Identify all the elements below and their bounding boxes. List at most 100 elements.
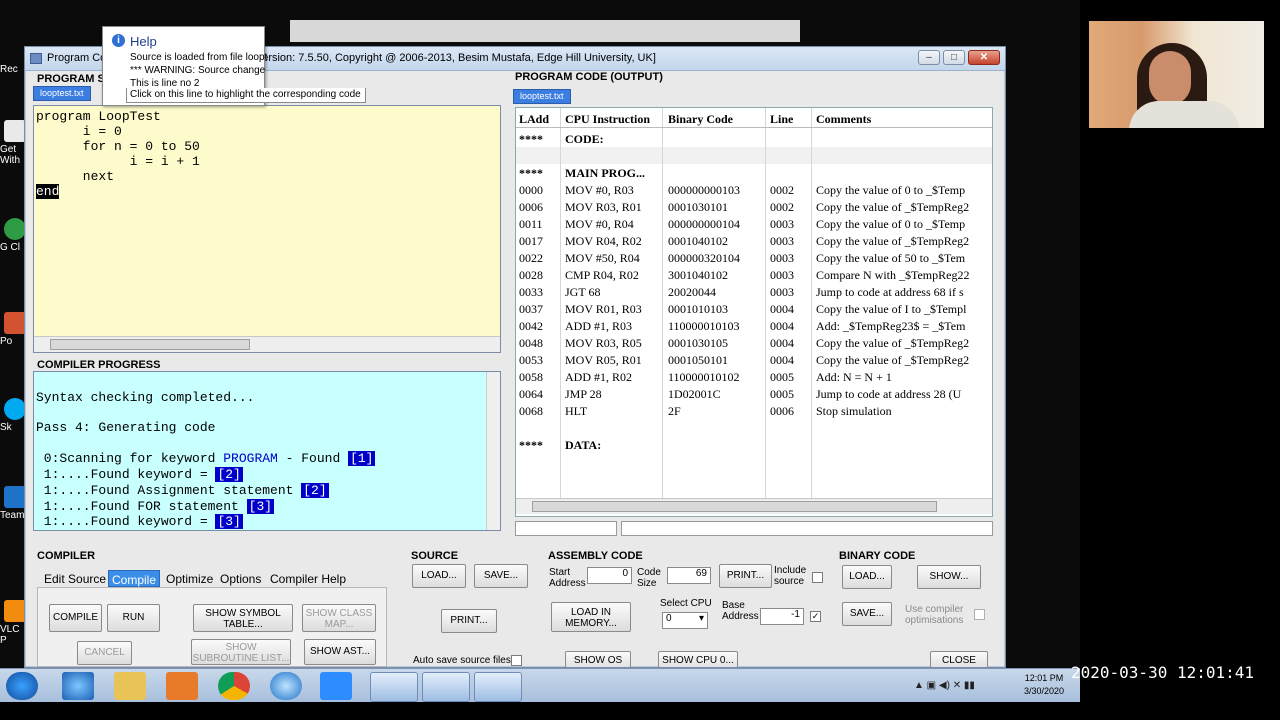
grid-cell[interactable]: 110000010102: [668, 370, 763, 385]
show-symbol-table-button[interactable]: SHOW SYMBOL TABLE...: [193, 604, 293, 632]
grid-cell[interactable]: 0042: [519, 319, 559, 334]
progress-vertical-scrollbar[interactable]: [486, 372, 500, 530]
grid-cell[interactable]: MOV #0, R04: [565, 217, 665, 232]
code-size-field[interactable]: 69: [667, 567, 711, 584]
grid-cell[interactable]: 0003: [770, 285, 814, 300]
grid-cell[interactable]: MOV #0, R03: [565, 183, 665, 198]
tab-compile[interactable]: Compile: [108, 570, 161, 587]
grid-cell[interactable]: 0004: [770, 336, 814, 351]
binary-load-button[interactable]: LOAD...: [842, 565, 892, 589]
use-optimisations-checkbox[interactable]: [974, 609, 985, 620]
grid-cell[interactable]: 0001010103: [668, 302, 763, 317]
grid-cell[interactable]: MOV R03, R01: [565, 200, 665, 215]
grid-cell[interactable]: 0001030105: [668, 336, 763, 351]
select-cpu-dropdown[interactable]: 0 ▾: [662, 612, 708, 629]
source-print-button[interactable]: PRINT...: [441, 609, 497, 633]
tab-compiler-help[interactable]: Compiler Help: [267, 570, 349, 587]
grid-cell[interactable]: 0003: [770, 217, 814, 232]
close-window-button[interactable]: ✕: [968, 50, 1000, 65]
run-button[interactable]: RUN: [107, 604, 160, 632]
start-address-field[interactable]: 0: [587, 567, 632, 584]
grid-cell[interactable]: 0053: [519, 353, 559, 368]
grid-cell[interactable]: 0001050101: [668, 353, 763, 368]
source-line[interactable]: for n = 0 to 50: [36, 139, 200, 154]
grid-cell[interactable]: 0028: [519, 268, 559, 283]
grid-cell[interactable]: MOV R03, R05: [565, 336, 665, 351]
grid-cell[interactable]: 0004: [770, 302, 814, 317]
source-line[interactable]: i = i + 1: [36, 154, 200, 169]
grid-cell[interactable]: 0064: [519, 387, 559, 402]
grid-cell[interactable]: 2F: [668, 404, 763, 419]
grid-cell[interactable]: 1D02001C: [668, 387, 763, 402]
grid-cell[interactable]: Copy the value of _$TempReg2: [816, 234, 991, 249]
show-os-button[interactable]: SHOW OS 0...: [565, 651, 631, 667]
maximize-button[interactable]: □: [943, 50, 965, 65]
assembly-print-button[interactable]: PRINT...: [719, 564, 772, 588]
source-line[interactable]: program LoopTest: [36, 109, 161, 124]
grid-cell[interactable]: 0048: [519, 336, 559, 351]
grid-cell[interactable]: Add: _$TempReg23$ = _$Tem: [816, 319, 991, 334]
grid-cell[interactable]: Copy the value of 0 to _$Temp: [816, 217, 991, 232]
grid-cell[interactable]: 0001030101: [668, 200, 763, 215]
clock[interactable]: 12:01 PM 3/30/2020: [1024, 672, 1064, 698]
column-header[interactable]: Comments: [816, 112, 871, 127]
show-class-map-button[interactable]: SHOW CLASS MAP...: [302, 604, 376, 632]
grid-cell[interactable]: Copy the value of _$TempReg2: [816, 336, 991, 351]
tray-icons[interactable]: ▲ ▣ ◀) ✕ ▮▮: [914, 680, 975, 691]
source-save-button[interactable]: SAVE...: [474, 564, 528, 588]
grid-cell[interactable]: 0003: [770, 268, 814, 283]
tab-optimize[interactable]: Optimize: [163, 570, 216, 587]
grid-cell[interactable]: 0002: [770, 200, 814, 215]
grid-cell[interactable]: HLT: [565, 404, 665, 419]
grid-cell[interactable]: MOV #50, R04: [565, 251, 665, 266]
close-button[interactable]: CLOSE: [930, 651, 988, 667]
grid-cell[interactable]: 3001040102: [668, 268, 763, 283]
column-header[interactable]: Binary Code: [668, 112, 733, 127]
grid-cell[interactable]: Jump to code at address 28 (U: [816, 387, 991, 402]
grid-cell[interactable]: 0058: [519, 370, 559, 385]
grid-cell[interactable]: Compare N with _$TempReg22: [816, 268, 991, 283]
grid-cell[interactable]: ****: [519, 438, 559, 453]
grid-cell[interactable]: 20020044: [668, 285, 763, 300]
start-button[interactable]: [6, 672, 38, 700]
grid-cell[interactable]: 0011: [519, 217, 559, 232]
grid-cell[interactable]: ****: [519, 132, 559, 147]
base-address-field[interactable]: -1: [760, 608, 804, 625]
grid-cell[interactable]: 0037: [519, 302, 559, 317]
compiler-taskbar-icon[interactable]: [474, 672, 522, 702]
grid-cell[interactable]: 0068: [519, 404, 559, 419]
scroll-thumb[interactable]: [50, 339, 250, 350]
base-address-checkbox[interactable]: ✓: [810, 611, 821, 622]
binary-show-button[interactable]: SHOW...: [917, 565, 981, 589]
output-file-tab[interactable]: looptest.txt: [513, 89, 571, 104]
grid-cell[interactable]: 0005: [770, 370, 814, 385]
column-header[interactable]: CPU Instruction: [565, 112, 650, 127]
load-in-memory-button[interactable]: LOAD IN MEMORY...: [551, 602, 631, 632]
grid-cell[interactable]: 000000320104: [668, 251, 763, 266]
source-load-button[interactable]: LOAD...: [412, 564, 466, 588]
source-line-selected[interactable]: end: [36, 184, 60, 199]
grid-cell[interactable]: 0003: [770, 251, 814, 266]
grid-cell[interactable]: CODE:: [565, 132, 665, 147]
grid-cell[interactable]: MOV R05, R01: [565, 353, 665, 368]
grid-cell[interactable]: 0006: [770, 404, 814, 419]
tab-options[interactable]: Options: [217, 570, 264, 587]
source-line[interactable]: i = 0: [36, 124, 122, 139]
grid-cell[interactable]: 110000010103: [668, 319, 763, 334]
grid-cell[interactable]: 0004: [770, 353, 814, 368]
grid-cell[interactable]: 0002: [770, 183, 814, 198]
grid-cell[interactable]: 0022: [519, 251, 559, 266]
grid-cell[interactable]: CMP R04, R02: [565, 268, 665, 283]
grid-cell[interactable]: MOV R01, R03: [565, 302, 665, 317]
grid-cell[interactable]: 0017: [519, 234, 559, 249]
source-horizontal-scrollbar[interactable]: [34, 336, 500, 352]
grid-cell[interactable]: 0033: [519, 285, 559, 300]
show-cpu-button[interactable]: SHOW CPU 0...: [658, 651, 738, 667]
internet-explorer-icon[interactable]: [62, 672, 94, 700]
column-header[interactable]: Line: [770, 112, 793, 127]
grid-cell[interactable]: Copy the value of _$TempReg2: [816, 200, 991, 215]
zoom-icon[interactable]: [320, 672, 352, 700]
grid-cell[interactable]: 0004: [770, 319, 814, 334]
grid-cell[interactable]: Copy the value of _$TempReg2: [816, 353, 991, 368]
grid-cell[interactable]: Stop simulation: [816, 404, 991, 419]
